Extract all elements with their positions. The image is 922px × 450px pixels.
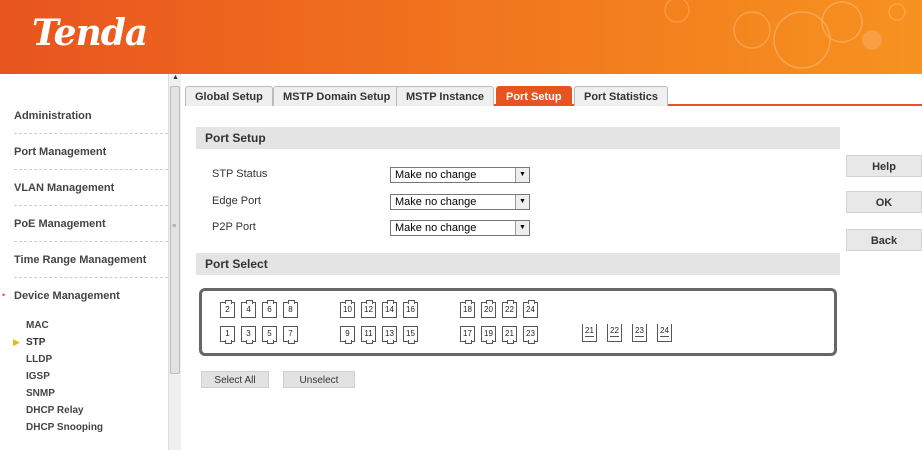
edge-port-value: Make no change (395, 196, 477, 208)
select-all-button[interactable]: Select All (201, 371, 269, 388)
chevron-down-icon[interactable]: ▼ (515, 168, 529, 182)
sfp-port-21-checkbox[interactable]: 21 (582, 324, 597, 342)
active-arrow-icon: ▶ (13, 337, 20, 347)
port-select-header: Port Select (196, 253, 840, 275)
port-2-checkbox[interactable]: 2 (220, 300, 235, 318)
edge-port-label: Edge Port (212, 195, 261, 207)
tab-mstp-instance[interactable]: MSTP Instance (396, 86, 495, 106)
sidebar-item-device-management[interactable]: Device Management (14, 278, 168, 314)
sfp-port-23-checkbox[interactable]: 23 (632, 324, 647, 342)
grip-icon: ≡ (172, 223, 177, 230)
tab-port-setup[interactable]: Port Setup (496, 86, 572, 106)
expand-arrow-icon: • (2, 290, 6, 300)
tab-bar: Global Setup MSTP Domain Setup MSTP Inst… (185, 84, 922, 106)
port-1-checkbox[interactable]: 1 (220, 326, 235, 344)
sidebar-subitem-mac[interactable]: MAC (26, 320, 49, 331)
port-9-checkbox[interactable]: 9 (340, 326, 355, 344)
port-18-checkbox[interactable]: 18 (460, 300, 475, 318)
sidebar-subitem-stp[interactable]: STP (26, 337, 45, 348)
port-11-checkbox[interactable]: 11 (361, 326, 376, 344)
help-button[interactable]: Help (846, 155, 922, 177)
sidebar-item-vlan-management[interactable]: VLAN Management (14, 170, 168, 206)
decorative-bubbles (664, 0, 906, 69)
sidebar-subitem-snmp[interactable]: SNMP (26, 388, 55, 399)
tab-port-statistics[interactable]: Port Statistics (574, 86, 668, 106)
port-24-checkbox[interactable]: 24 (523, 300, 538, 318)
chevron-down-icon[interactable]: ▼ (515, 195, 529, 209)
edge-port-select[interactable]: Make no change ▼ (390, 194, 530, 210)
port-7-checkbox[interactable]: 7 (283, 326, 298, 344)
sidebar: Administration Port Management VLAN Mana… (0, 74, 168, 450)
sfp-port-24-checkbox[interactable]: 24 (657, 324, 672, 342)
port-5-checkbox[interactable]: 5 (262, 326, 277, 344)
scroll-up-icon[interactable]: ▲ (172, 74, 179, 81)
unselect-button[interactable]: Unselect (283, 371, 355, 388)
sidebar-item-time-range-management[interactable]: Time Range Management (14, 242, 168, 278)
sidebar-subitem-dhcp-relay[interactable]: DHCP Relay (26, 405, 84, 416)
stp-status-value: Make no change (395, 169, 477, 181)
port-15-checkbox[interactable]: 15 (403, 326, 418, 344)
sidebar-scrollbar[interactable]: ▲ ≡ (168, 74, 181, 450)
chevron-down-icon[interactable]: ▼ (515, 221, 529, 235)
stp-status-select[interactable]: Make no change ▼ (390, 167, 530, 183)
stp-status-label: STP Status (212, 168, 268, 180)
port-19-checkbox[interactable]: 19 (481, 326, 496, 344)
port-16-checkbox[interactable]: 16 (403, 300, 418, 318)
sidebar-item-poe-management[interactable]: PoE Management (14, 206, 168, 242)
p2p-port-select[interactable]: Make no change ▼ (390, 220, 530, 236)
port-17-checkbox[interactable]: 17 (460, 326, 475, 344)
scrollbar-thumb[interactable]: ≡ (170, 86, 180, 374)
port-8-checkbox[interactable]: 8 (283, 300, 298, 318)
p2p-port-value: Make no change (395, 222, 477, 234)
sidebar-subitem-igsp[interactable]: IGSP (26, 371, 50, 382)
port-14-checkbox[interactable]: 14 (382, 300, 397, 318)
tab-global-setup[interactable]: Global Setup (185, 86, 273, 106)
port-4-checkbox[interactable]: 4 (241, 300, 256, 318)
port-10-checkbox[interactable]: 10 (340, 300, 355, 318)
port-20-checkbox[interactable]: 20 (481, 300, 496, 318)
port-6-checkbox[interactable]: 6 (262, 300, 277, 318)
port-setup-header: Port Setup (196, 127, 840, 149)
sidebar-item-administration[interactable]: Administration (14, 98, 168, 134)
p2p-port-label: P2P Port (212, 221, 256, 233)
back-button[interactable]: Back (846, 229, 922, 251)
sidebar-item-port-management[interactable]: Port Management (14, 134, 168, 170)
header-banner: Tenda (0, 0, 922, 74)
ok-button[interactable]: OK (846, 191, 922, 213)
port-select-panel: 2 4 6 8 10 12 14 16 18 20 22 24 1 3 5 7 9 11 13 15 17 19 21 23 2… (199, 288, 837, 356)
tenda-logo: Tenda (32, 12, 148, 54)
tab-mstp-domain-setup[interactable]: MSTP Domain Setup (273, 86, 401, 106)
port-3-checkbox[interactable]: 3 (241, 326, 256, 344)
port-22-checkbox[interactable]: 22 (502, 300, 517, 318)
port-23-checkbox[interactable]: 23 (523, 326, 538, 344)
port-12-checkbox[interactable]: 12 (361, 300, 376, 318)
sidebar-subitem-lldp[interactable]: LLDP (26, 354, 52, 365)
port-21-checkbox[interactable]: 21 (502, 326, 517, 344)
port-13-checkbox[interactable]: 13 (382, 326, 397, 344)
sfp-port-22-checkbox[interactable]: 22 (607, 324, 622, 342)
sidebar-subitem-dhcp-snooping[interactable]: DHCP Snooping (26, 422, 103, 433)
